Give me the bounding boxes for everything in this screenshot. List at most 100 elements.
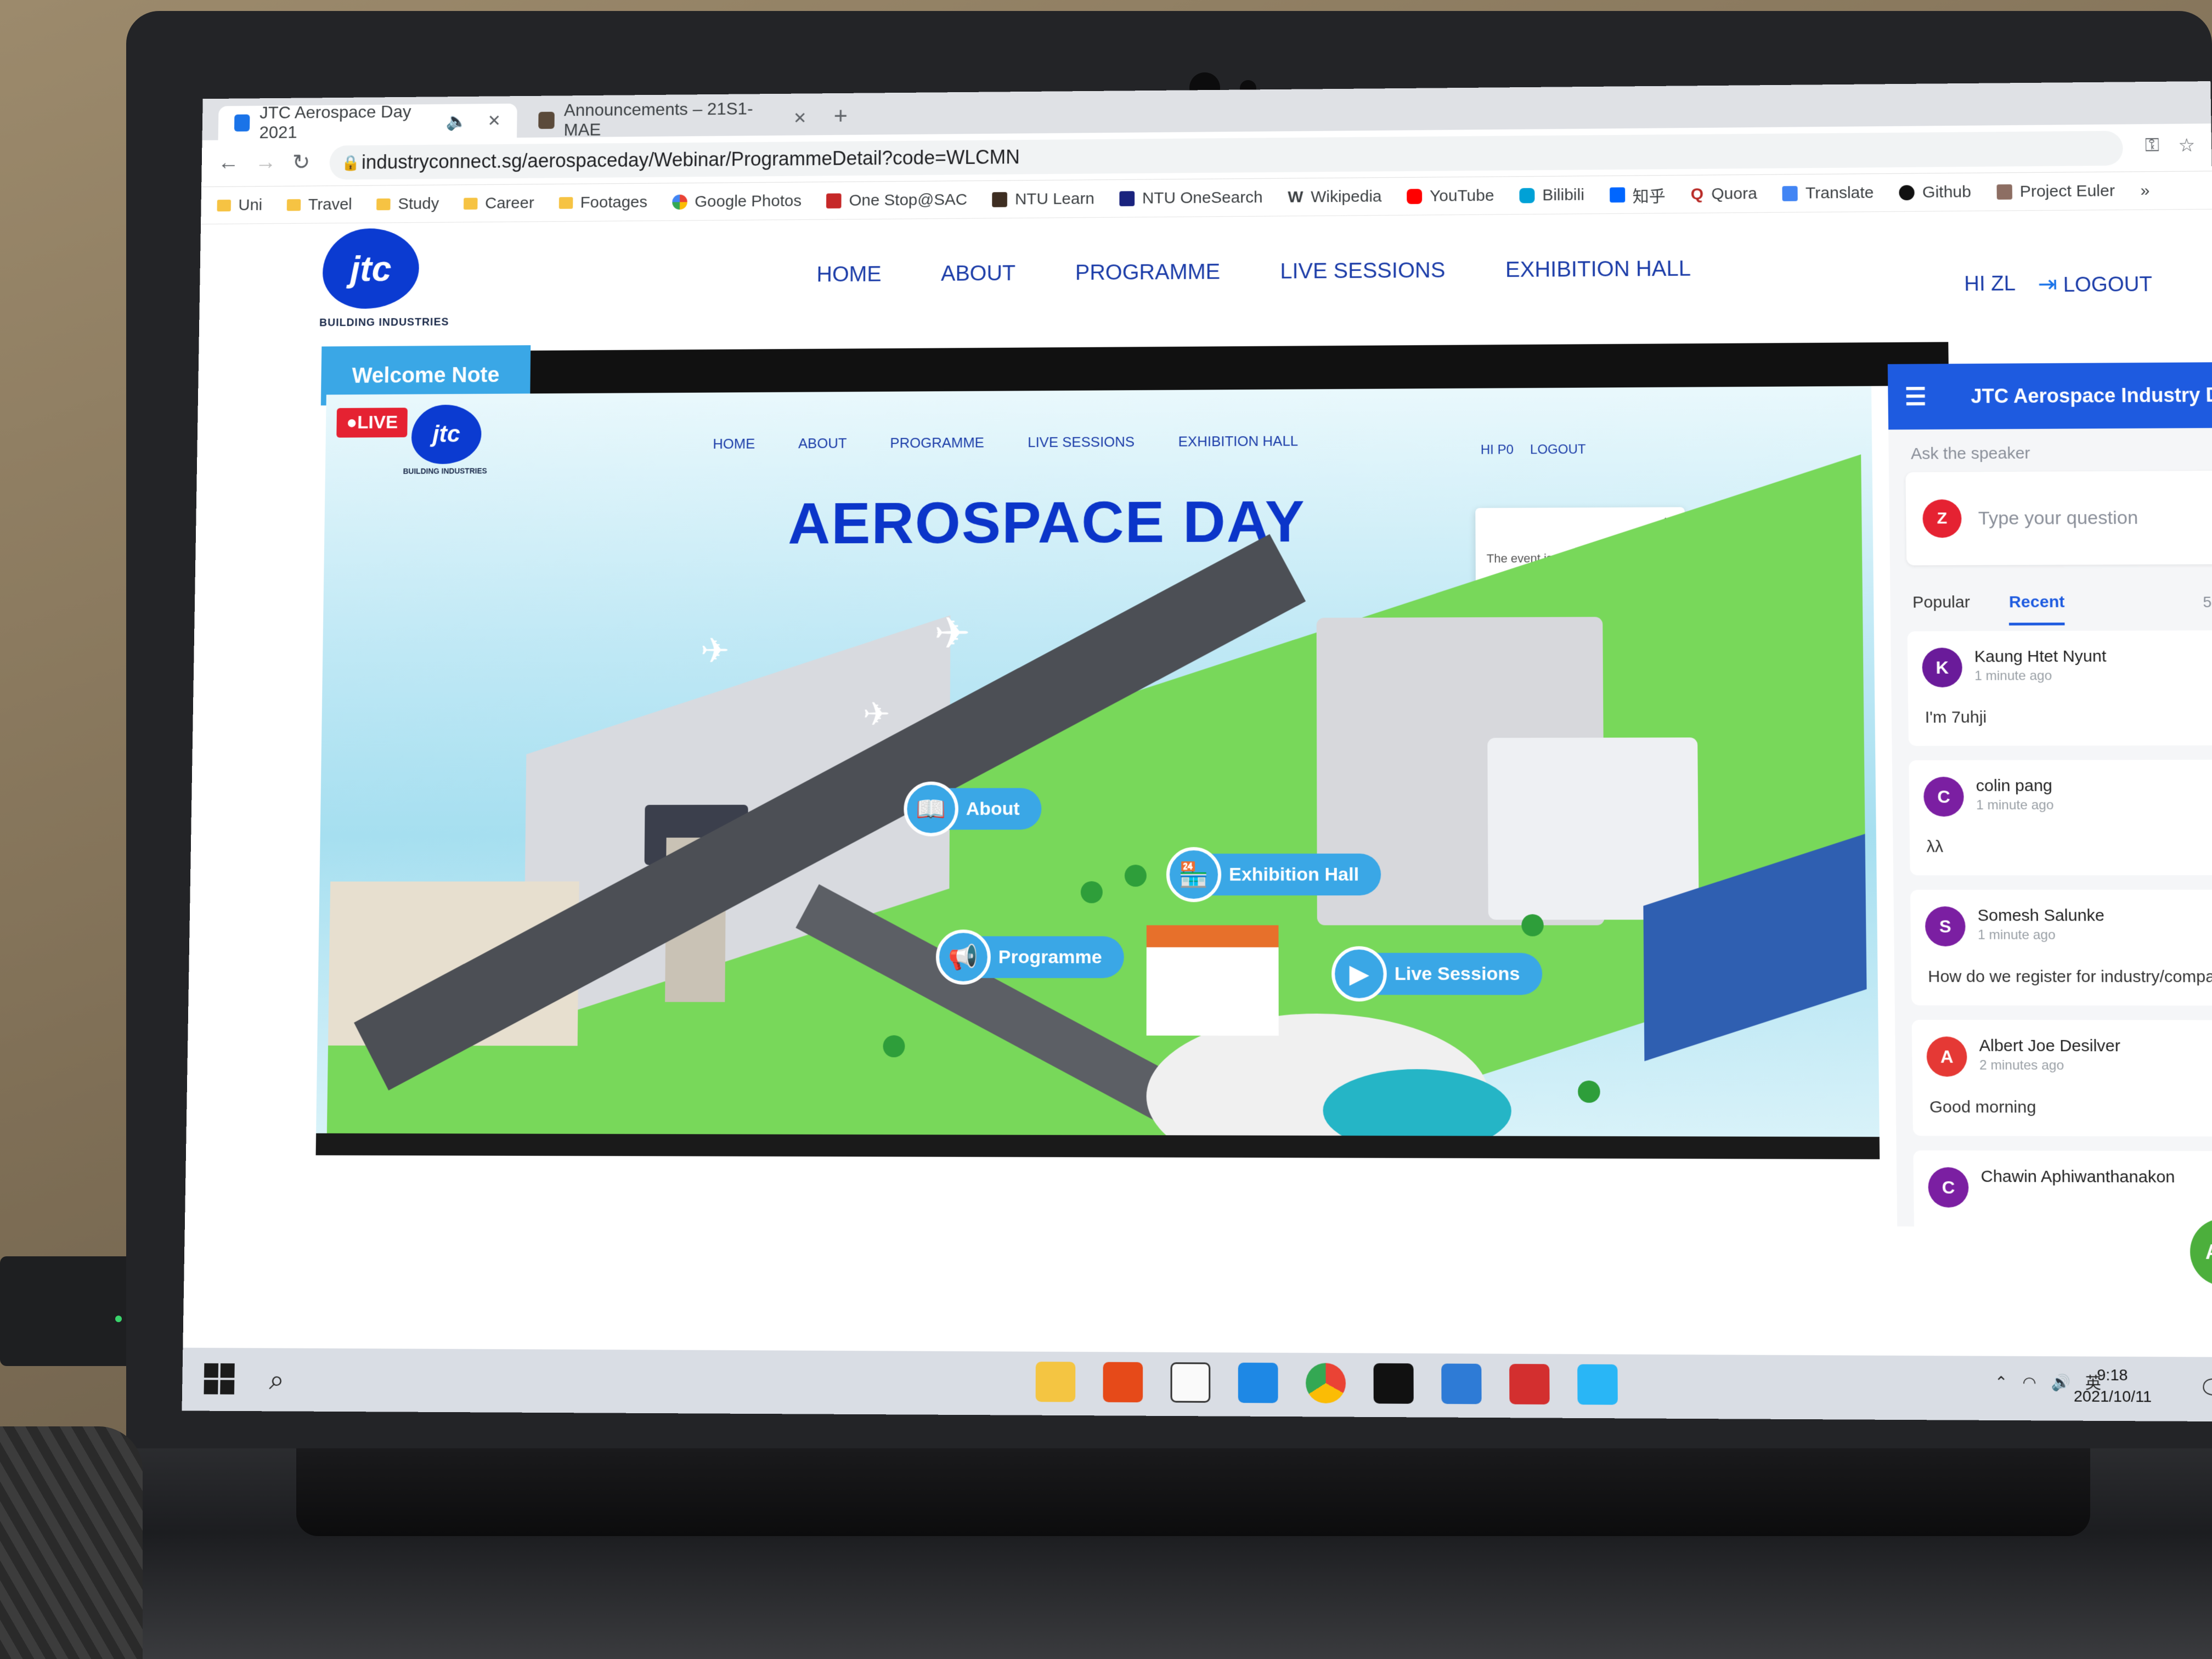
- office-icon[interactable]: [1103, 1362, 1143, 1403]
- airplane-icon: ✈: [863, 696, 890, 734]
- nav-live-sessions[interactable]: LIVE SESSIONS: [1280, 258, 1445, 284]
- chevron-up-icon[interactable]: ⌃: [1995, 1373, 2008, 1391]
- live-stream-video[interactable]: ●LIVE jtc BUILDING INDUSTRIES HOME ABOUT…: [316, 386, 1880, 1137]
- chrome-icon[interactable]: [1306, 1363, 1346, 1403]
- volume-icon[interactable]: 🔊: [2051, 1373, 2070, 1392]
- todo-icon[interactable]: [1441, 1363, 1481, 1404]
- bookmark-ntu-onesearch[interactable]: NTU OneSearch: [1119, 188, 1262, 207]
- bookmark-career[interactable]: Career: [464, 194, 534, 212]
- question-input[interactable]: Z Type your question: [1905, 470, 2212, 565]
- bookmark-uni[interactable]: Uni: [217, 196, 262, 215]
- question-placeholder: Type your question: [1978, 507, 2138, 529]
- bookmark-one-stop-sac[interactable]: One Stop@SAC: [826, 190, 967, 210]
- bookmark-travel[interactable]: Travel: [287, 195, 352, 214]
- bookmark-bilibili[interactable]: Bilibili: [1519, 186, 1584, 205]
- speaker-icon[interactable]: 🔈: [446, 111, 467, 131]
- qa-header: ☰ JTC Aerospace Industry Day Z: [1888, 362, 2212, 430]
- translator-icon[interactable]: [1577, 1364, 1618, 1405]
- search-icon[interactable]: ⌕: [269, 1364, 285, 1397]
- timestamp: 1 minute ago: [1974, 668, 2052, 684]
- bookmark-translate[interactable]: Translate: [1782, 183, 1874, 202]
- clock[interactable]: 9:18 2021/10/11: [2073, 1364, 2152, 1408]
- bookmark-youtube[interactable]: YouTube: [1407, 187, 1494, 206]
- video-footer-bar: [316, 1133, 1880, 1159]
- cable: [0, 1426, 143, 1659]
- menu-icon[interactable]: ☰: [1904, 383, 1926, 411]
- web-page: jtc BUILDING INDUSTRIES HOME ABOUT PROGR…: [183, 210, 2212, 1357]
- tab-popular[interactable]: Popular: [1912, 593, 1970, 625]
- ask-label: Ask the speaker: [1888, 427, 2212, 472]
- bookmark-footages[interactable]: Footages: [558, 193, 647, 212]
- timestamp: 1 minute ago: [1976, 798, 2054, 813]
- hangar-building: [1487, 737, 1699, 919]
- bookmark-project-euler[interactable]: Project Euler: [1996, 182, 2115, 201]
- main-nav: HOME ABOUT PROGRAMME LIVE SESSIONS EXHIB…: [816, 257, 1691, 287]
- typora-icon[interactable]: [1171, 1362, 1211, 1403]
- nav-exhibition-hall[interactable]: EXHIBITION HALL: [1505, 257, 1691, 283]
- nav-programme[interactable]: PROGRAMME: [1075, 260, 1220, 285]
- forward-icon[interactable]: →: [255, 150, 276, 174]
- wifi-icon[interactable]: ◠: [2022, 1373, 2036, 1391]
- user-area: HI ZL ⇥ LOGOUT: [1964, 270, 2152, 298]
- hotspot-programme[interactable]: 📢 Programme: [938, 936, 1124, 978]
- zhihu-icon: [1610, 187, 1625, 202]
- qa-tabs: Popular Recent 53 questions: [1890, 564, 2212, 626]
- author-name: Chawin Aphiwanthanakon: [1980, 1167, 2175, 1187]
- author-name: colin pang: [1976, 777, 2053, 795]
- youtube-icon: [1407, 189, 1422, 204]
- back-icon[interactable]: ←: [218, 151, 239, 175]
- jtc-logo[interactable]: jtc: [322, 228, 419, 309]
- qa-title: JTC Aerospace Industry Day: [1971, 383, 2212, 408]
- bookmark-github[interactable]: Github: [1899, 183, 1972, 202]
- timestamp: 2 minutes ago: [1979, 1058, 2064, 1074]
- qa-panel: ☰ JTC Aerospace Industry Day Z Ask the s…: [1888, 362, 2212, 1228]
- avatar: K: [1922, 648, 1962, 687]
- bookmark-google-photos[interactable]: Google Photos: [672, 192, 802, 211]
- hotspot-about[interactable]: 📖 About: [906, 788, 1041, 830]
- bookmark-wikipedia[interactable]: W Wikipedia: [1288, 187, 1381, 206]
- tab-announcements[interactable]: Announcements – 21S1-MAE ✕: [522, 101, 823, 138]
- question-card: K Kaung Htet Nyunt 1 minute ago 2 👍 I'm …: [1908, 630, 2212, 746]
- folder-icon: [217, 199, 232, 211]
- bookmarks-overflow[interactable]: »: [2140, 182, 2149, 200]
- folder-icon: [464, 198, 478, 210]
- file-explorer-icon[interactable]: [1036, 1362, 1076, 1402]
- jtc-favicon-icon: [234, 114, 250, 131]
- tab-jtc-aerospace[interactable]: JTC Aerospace Day 2021 🔈 ✕: [218, 104, 517, 140]
- nav-home[interactable]: HOME: [816, 262, 881, 287]
- bookmark-ntu-learn[interactable]: NTU Learn: [992, 189, 1094, 208]
- tab-title: JTC Aerospace Day 2021: [259, 101, 436, 143]
- avatar: S: [1925, 906, 1966, 946]
- github-icon: [1899, 185, 1915, 200]
- hotspot-exhibition-hall[interactable]: 🏪 Exhibition Hall: [1169, 854, 1381, 895]
- question-card: C Chawin Aphiwanthanakon: [1913, 1150, 2212, 1228]
- pinned-apps: [1036, 1362, 1618, 1405]
- star-icon[interactable]: ☆: [2178, 134, 2195, 156]
- notification-icon[interactable]: 🗨: [2198, 1374, 2212, 1403]
- close-tab-icon[interactable]: ✕: [793, 109, 807, 127]
- ntu-learn-icon: [992, 192, 1007, 207]
- logout-icon: ⇥: [2038, 271, 2057, 297]
- notion-icon[interactable]: [1374, 1363, 1414, 1404]
- reload-icon[interactable]: ↻: [292, 150, 310, 174]
- hotspot-live-sessions[interactable]: ▶ Live Sessions: [1334, 953, 1542, 995]
- mail-icon[interactable]: [1238, 1363, 1278, 1403]
- logout-button[interactable]: ⇥ LOGOUT: [2038, 270, 2152, 297]
- bookmark-quora[interactable]: Q Quora: [1691, 184, 1757, 203]
- clock-date: 2021/10/11: [2074, 1386, 2152, 1408]
- bookmark-study[interactable]: Study: [376, 195, 439, 213]
- airplane-icon: ✈: [700, 630, 730, 671]
- windows-taskbar: ⌕ ⌃ ◠ 🔊 英 9:18 2021/10/11 🗨: [182, 1348, 2212, 1422]
- bookmark-zhihu[interactable]: 知乎: [1610, 182, 1666, 206]
- tree: [1521, 914, 1544, 936]
- close-tab-icon[interactable]: ✕: [487, 111, 501, 130]
- url-field[interactable]: 🔒 industryconnect.sg/aerospaceday/Webina…: [329, 131, 2123, 179]
- windows-start-icon[interactable]: [204, 1363, 235, 1395]
- nav-about[interactable]: ABOUT: [941, 261, 1015, 286]
- tab-recent[interactable]: Recent: [2009, 593, 2065, 626]
- new-tab-button[interactable]: +: [834, 103, 848, 129]
- airplane-icon: ✈: [934, 608, 970, 659]
- author-name: Kaung Htet Nyunt: [1974, 647, 2107, 667]
- key-icon[interactable]: ⚿: [2145, 135, 2160, 156]
- acrobat-icon[interactable]: [1509, 1364, 1550, 1404]
